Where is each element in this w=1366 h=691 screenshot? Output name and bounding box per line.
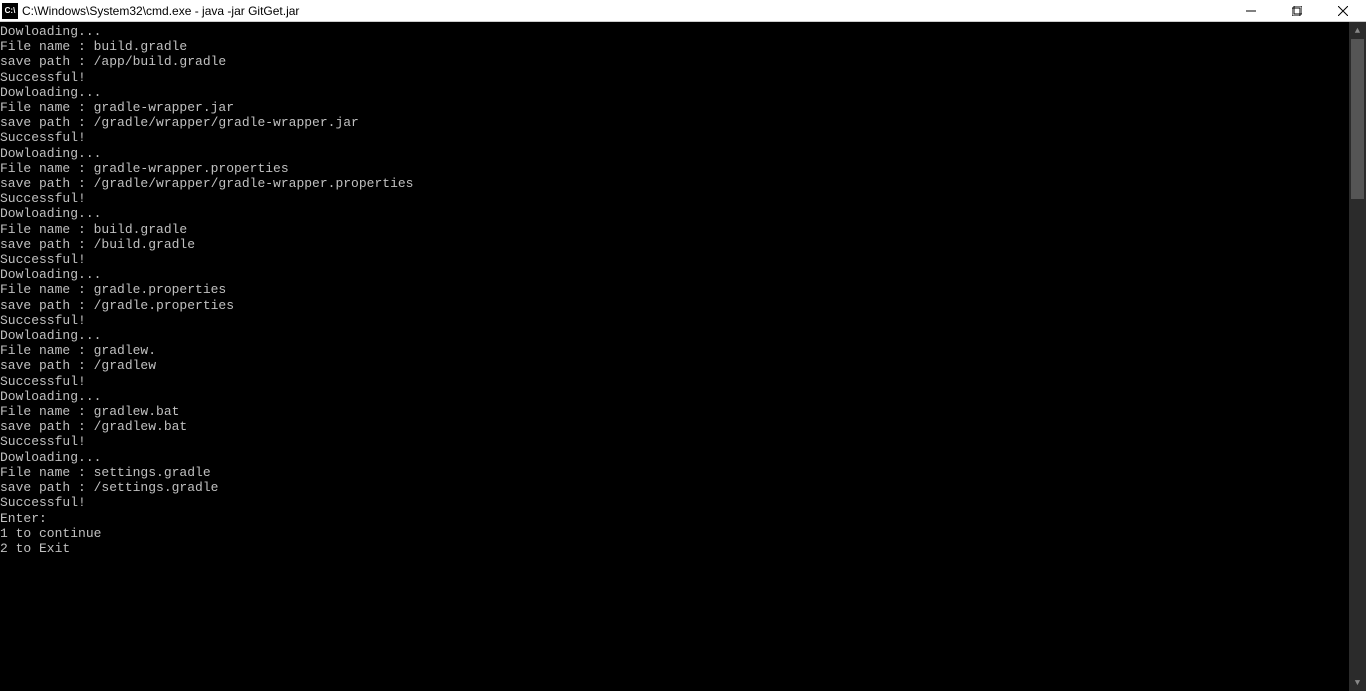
status-line: Successful! — [0, 130, 1349, 145]
file-name-line: File name : gradle-wrapper.jar — [0, 100, 1349, 115]
window-title: C:\Windows\System32\cmd.exe - java -jar … — [22, 4, 1228, 18]
close-button[interactable] — [1320, 0, 1366, 21]
downloading-line: Dowloading... — [0, 85, 1349, 100]
scrollbar-thumb[interactable] — [1351, 39, 1364, 199]
file-name-line: File name : gradle-wrapper.properties — [0, 161, 1349, 176]
cmd-icon: C:\ — [2, 3, 18, 19]
status-line: Successful! — [0, 495, 1349, 510]
scroll-up-arrow[interactable]: ▲ — [1349, 22, 1366, 39]
window-controls — [1228, 0, 1366, 21]
file-name-line: File name : gradlew. — [0, 343, 1349, 358]
file-name-line: File name : build.gradle — [0, 222, 1349, 237]
downloading-line: Dowloading... — [0, 450, 1349, 465]
status-line: Successful! — [0, 70, 1349, 85]
downloading-line: Dowloading... — [0, 24, 1349, 39]
title-bar: C:\ C:\Windows\System32\cmd.exe - java -… — [0, 0, 1366, 22]
file-name-line: File name : gradlew.bat — [0, 404, 1349, 419]
status-line: Successful! — [0, 252, 1349, 267]
save-path-line: save path : /settings.gradle — [0, 480, 1349, 495]
downloading-line: Dowloading... — [0, 328, 1349, 343]
save-path-line: save path : /build.gradle — [0, 237, 1349, 252]
maximize-button[interactable] — [1274, 0, 1320, 21]
console-output[interactable]: Dowloading...File name : build.gradlesav… — [0, 22, 1349, 691]
scrollbar-track[interactable] — [1349, 39, 1366, 674]
file-name-line: File name : gradle.properties — [0, 282, 1349, 297]
save-path-line: save path : /gradlew — [0, 358, 1349, 373]
save-path-line: save path : /app/build.gradle — [0, 54, 1349, 69]
maximize-icon — [1292, 6, 1302, 16]
downloading-line: Dowloading... — [0, 267, 1349, 282]
save-path-line: save path : /gradlew.bat — [0, 419, 1349, 434]
save-path-line: save path : /gradle.properties — [0, 298, 1349, 313]
save-path-line: save path : /gradle/wrapper/gradle-wrapp… — [0, 115, 1349, 130]
minimize-button[interactable] — [1228, 0, 1274, 21]
scroll-down-arrow[interactable]: ▼ — [1349, 674, 1366, 691]
prompt-enter-line: Enter: — [0, 511, 1349, 526]
downloading-line: Dowloading... — [0, 389, 1349, 404]
status-line: Successful! — [0, 313, 1349, 328]
console-area: Dowloading...File name : build.gradlesav… — [0, 22, 1366, 691]
prompt-option-line: 1 to continue — [0, 526, 1349, 541]
file-name-line: File name : settings.gradle — [0, 465, 1349, 480]
downloading-line: Dowloading... — [0, 146, 1349, 161]
prompt-option-line: 2 to Exit — [0, 541, 1349, 556]
vertical-scrollbar[interactable]: ▲ ▼ — [1349, 22, 1366, 691]
status-line: Successful! — [0, 434, 1349, 449]
minimize-icon — [1246, 6, 1256, 16]
save-path-line: save path : /gradle/wrapper/gradle-wrapp… — [0, 176, 1349, 191]
status-line: Successful! — [0, 374, 1349, 389]
close-icon — [1338, 6, 1348, 16]
downloading-line: Dowloading... — [0, 206, 1349, 221]
status-line: Successful! — [0, 191, 1349, 206]
file-name-line: File name : build.gradle — [0, 39, 1349, 54]
